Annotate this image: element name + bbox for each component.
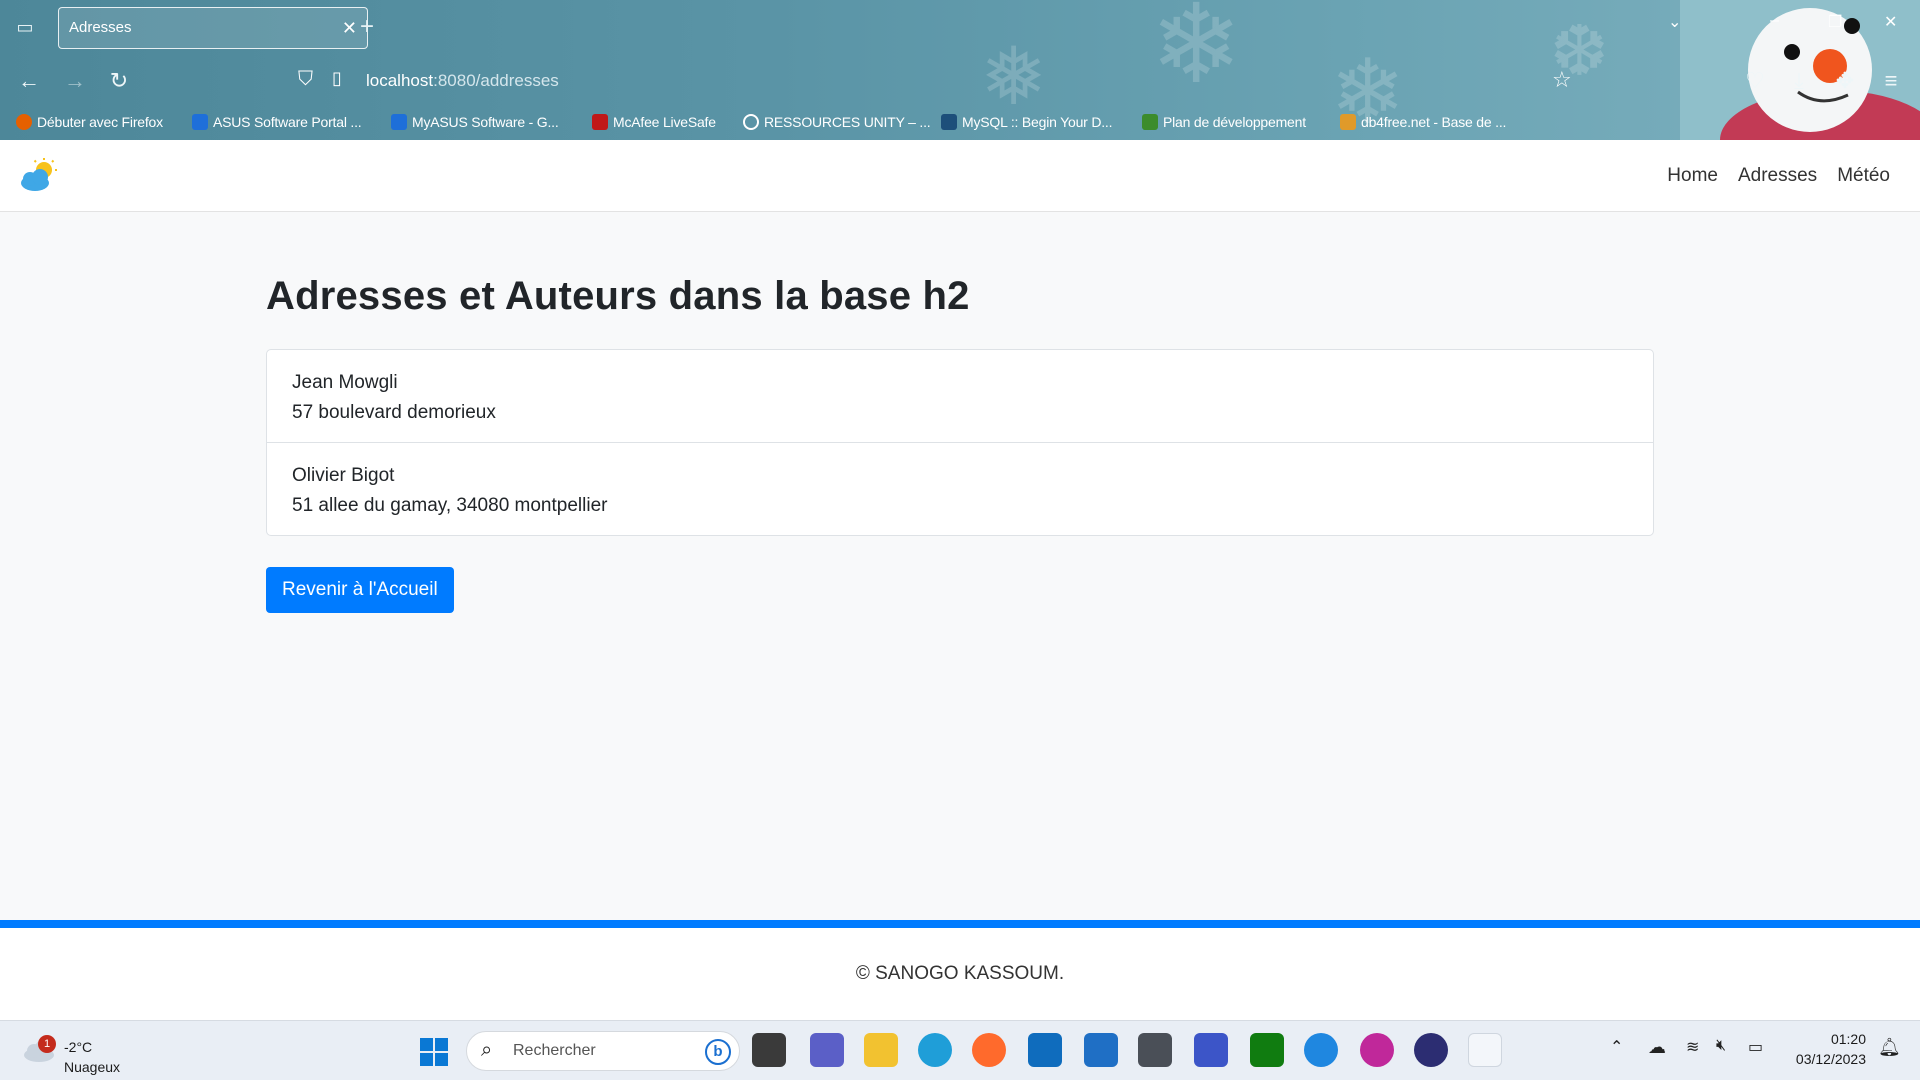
plan-icon — [1142, 114, 1158, 130]
restore-icon[interactable]: ❐ — [1828, 12, 1842, 32]
search-placeholder: Rechercher — [513, 1042, 596, 1059]
list-all-tabs-icon[interactable]: ⌄ — [1668, 12, 1681, 32]
teams-icon[interactable] — [810, 1033, 844, 1067]
minimize-icon[interactable]: – — [1770, 12, 1779, 30]
weather-widget[interactable]: 1 -2°C Nuageux — [20, 1029, 140, 1075]
weather-temperature: -2°C — [64, 1039, 93, 1055]
site-navbar: Home Adresses Météo — [0, 140, 1920, 212]
tab-bar: ▭ Adresses ✕ + ⌄ – ❐ ✕ — [0, 0, 1920, 54]
clock-date[interactable]: 03/12/2023 — [1780, 1051, 1866, 1067]
tracking-protection-icon[interactable]: ⛉ — [298, 68, 313, 91]
nav-link-meteo[interactable]: Météo — [1837, 165, 1890, 187]
bookmark-item[interactable]: Débuter avec Firefox — [16, 114, 163, 130]
pocket-icon[interactable]: ♡ — [1740, 66, 1770, 96]
list-item: Jean Mowgli 57 boulevard demorieux — [267, 350, 1653, 442]
chevron-up-icon[interactable]: ⌃ — [1610, 1037, 1623, 1057]
reload-icon[interactable]: ↻ — [104, 66, 134, 96]
app-icon[interactable] — [1360, 1033, 1394, 1067]
window-close-icon[interactable]: ✕ — [1884, 12, 1897, 32]
battery-icon[interactable]: ▭ — [1748, 1037, 1763, 1057]
bookmark-item[interactable]: ASUS Software Portal ... — [192, 114, 362, 130]
unity-icon[interactable] — [1138, 1033, 1172, 1067]
weather-condition: Nuageux — [64, 1059, 121, 1075]
snipping-tool-icon[interactable] — [1468, 1033, 1502, 1067]
nav-link-adresses[interactable]: Adresses — [1738, 165, 1817, 187]
app-icon[interactable] — [1194, 1033, 1228, 1067]
xbox-icon[interactable] — [1250, 1033, 1284, 1067]
footer: © SANOGO KASSOUM. — [0, 920, 1920, 1020]
globe-icon — [743, 114, 759, 130]
extensions-icon[interactable]: ✥ — [1830, 66, 1860, 96]
author-address: 57 boulevard demorieux — [292, 402, 496, 423]
taskbar-search-input[interactable]: ⌕ Rechercher b — [466, 1031, 740, 1071]
forward-icon[interactable]: → — [60, 66, 90, 96]
footer-copyright: © SANOGO KASSOUM. — [855, 963, 1065, 984]
search-icon: ⌕ — [481, 1039, 493, 1061]
author-name: Jean Mowgli — [292, 372, 398, 393]
bookmark-item[interactable]: Plan de développement — [1142, 114, 1306, 130]
menu-icon[interactable]: ≡ — [1876, 66, 1906, 96]
bookmarks-toolbar: Débuter avec Firefox ASUS Software Porta… — [0, 108, 1920, 140]
tab-title: Adresses — [69, 19, 132, 36]
clock-time[interactable]: 01:20 — [1780, 1031, 1866, 1047]
downloads-icon[interactable]: ⤓ — [1784, 66, 1814, 96]
mcafee-icon — [592, 114, 608, 130]
wifi-icon[interactable]: ≋ — [1686, 1037, 1699, 1057]
asus-icon — [391, 114, 407, 130]
url-text: localhost:8080/addresses — [366, 71, 559, 90]
list-item: Olivier Bigot 51 allee du gamay, 34080 m… — [267, 442, 1653, 535]
page-info-icon[interactable]: ▯ — [332, 68, 342, 89]
windows-start-icon[interactable] — [420, 1038, 448, 1066]
db4free-icon — [1340, 114, 1356, 130]
mysql-icon — [941, 114, 957, 130]
bookmark-star-icon[interactable]: ☆ — [1552, 67, 1572, 93]
weather-logo-icon[interactable] — [18, 158, 60, 194]
author-address: 51 allee du gamay, 34080 montpellier — [292, 495, 608, 516]
new-tab-icon[interactable]: + — [352, 12, 382, 42]
taskbar: 1 -2°C Nuageux ⌕ Rechercher b ⌃ ☁ ≋ 🔇︎ ▭… — [0, 1020, 1920, 1080]
navigation-toolbar: ← → ↻ ⛉ ▯ localhost:8080/addresses ☆ ♡ ⤓… — [0, 54, 1920, 108]
page-title: Adresses et Auteurs dans la base h2 — [266, 274, 970, 318]
bookmark-item[interactable]: RESSOURCES UNITY – ... — [743, 114, 931, 130]
notification-bell-icon[interactable]: 🔔︎ — [1878, 1037, 1901, 1058]
nav-links: Home Adresses Météo — [1667, 140, 1890, 212]
file-explorer-icon[interactable] — [864, 1033, 898, 1067]
eclipse-icon[interactable] — [1414, 1033, 1448, 1067]
bookmark-item[interactable]: MySQL :: Begin Your D... — [941, 114, 1113, 130]
firefox-icon — [16, 114, 32, 130]
main-content: Adresses et Auteurs dans la base h2 Jean… — [266, 212, 1654, 613]
bookmark-item[interactable]: MyASUS Software - G... — [391, 114, 559, 130]
author-name: Olivier Bigot — [292, 465, 395, 486]
store-icon[interactable] — [1084, 1033, 1118, 1067]
bookmark-item[interactable]: McAfee LiveSafe — [592, 114, 716, 130]
firefox-taskbar-icon[interactable] — [972, 1033, 1006, 1067]
bookmark-item[interactable]: db4free.net - Base de ... — [1340, 114, 1506, 130]
task-view-icon[interactable] — [752, 1033, 786, 1067]
volume-muted-icon[interactable]: 🔇︎ — [1716, 1037, 1726, 1055]
tab-adresses[interactable]: Adresses ✕ — [58, 7, 368, 49]
notification-badge: 1 — [38, 1035, 56, 1053]
nav-link-home[interactable]: Home — [1667, 165, 1718, 187]
address-bar[interactable]: ⛉ ▯ localhost:8080/addresses ☆ — [290, 62, 1580, 100]
onedrive-icon[interactable]: ☁ — [1648, 1037, 1666, 1058]
back-icon[interactable]: ← — [14, 66, 44, 96]
asus-icon — [192, 114, 208, 130]
edge-icon[interactable] — [918, 1033, 952, 1067]
tab-list-icon[interactable]: ▭ — [12, 14, 38, 40]
back-to-home-button[interactable]: Revenir à l'Accueil — [266, 567, 454, 613]
address-list: Jean Mowgli 57 boulevard demorieux Olivi… — [266, 349, 1654, 536]
browser-chrome: ❄ ❄ ❅ ❆ ▭ Adresses ✕ + ⌄ – ❐ ✕ ← → ↻ ⛉ ▯… — [0, 0, 1920, 140]
bing-icon[interactable]: b — [705, 1039, 731, 1065]
outlook-icon[interactable] — [1028, 1033, 1062, 1067]
app-icon[interactable] — [1304, 1033, 1338, 1067]
